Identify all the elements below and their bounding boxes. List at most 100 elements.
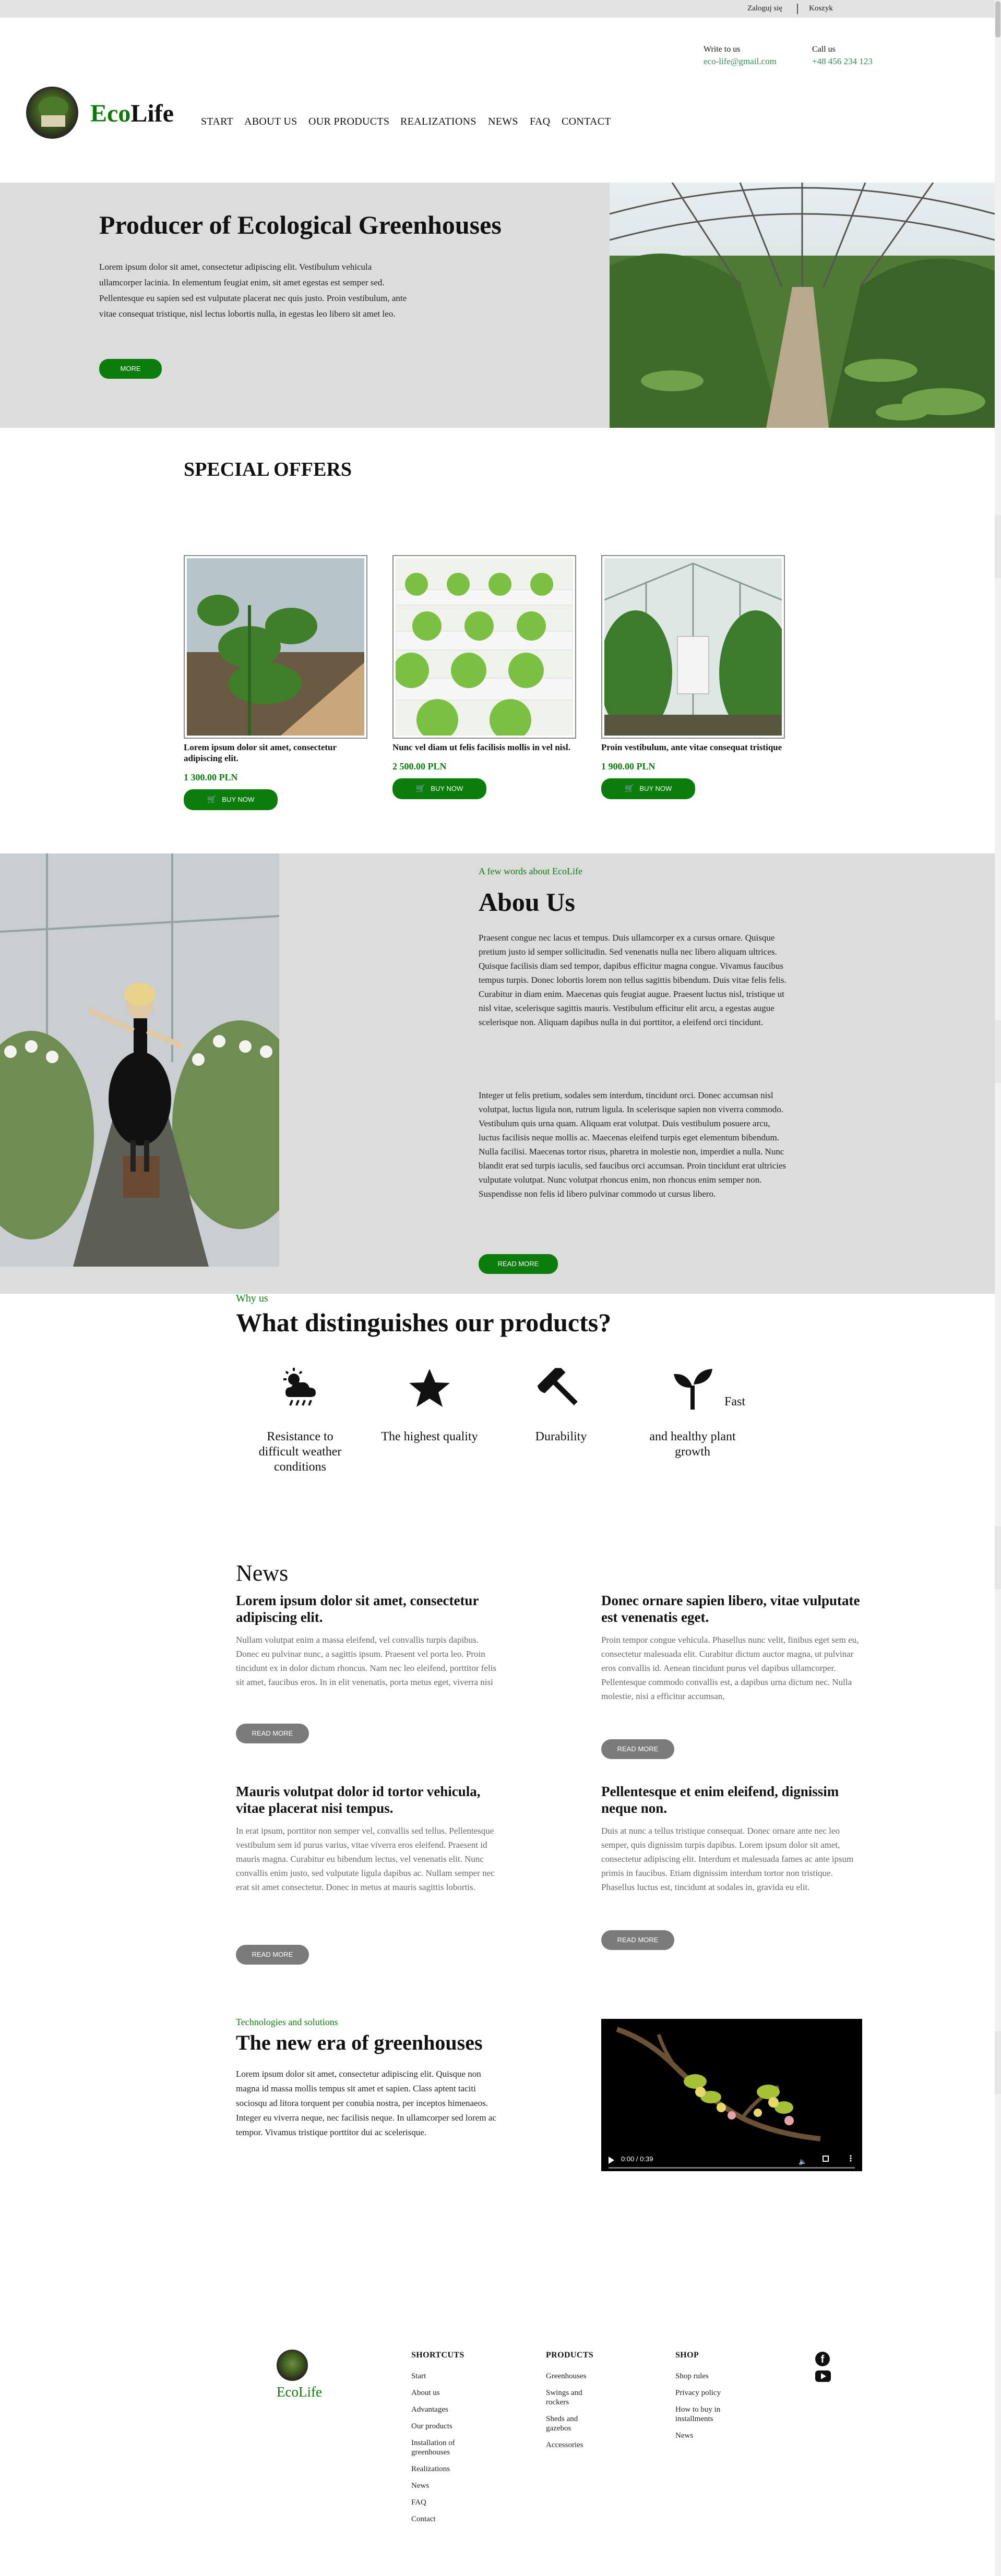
news-read-more-button[interactable]: READ MORE — [236, 1724, 309, 1743]
play-icon[interactable] — [609, 2157, 614, 2164]
nav-start[interactable]: START — [201, 116, 233, 128]
news-item-title: Donec ornare sapien libero, vitae vulput… — [601, 1593, 860, 1625]
video-time: 0:00 / 0:39 — [621, 2155, 653, 2163]
news-item-text: Proin tempor congue vehicula. Phasellus … — [601, 1635, 859, 1701]
cart-icon: 🛒 — [207, 795, 217, 804]
nav-our-products[interactable]: OUR PRODUCTS — [308, 116, 389, 128]
footer-link[interactable]: Contact — [411, 2514, 474, 2524]
footer-logo-text[interactable]: EcoLife — [277, 2384, 322, 2400]
footer-column-products: PRODUCTS Greenhouses Swings and rockers … — [546, 2351, 596, 2450]
why-title: What distinguishes our products? — [236, 1308, 612, 1337]
product-price: 2 500.00 PLN — [392, 761, 447, 772]
footer-logo-image[interactable] — [277, 2350, 308, 2381]
cart-icon: 🛒 — [415, 784, 426, 793]
news-read-more-button[interactable]: READ MORE — [601, 1739, 674, 1759]
footer-link[interactable]: Advantages — [411, 2405, 474, 2414]
login-link[interactable]: Zaloguj się — [747, 4, 782, 13]
about-title: Abou Us — [479, 887, 575, 917]
feature-growth: and healthy plant growth — [638, 1363, 747, 1460]
footer-link[interactable]: Greenhouses — [546, 2372, 596, 2381]
hammer-icon — [537, 1368, 578, 1405]
tech-title: The new era of greenhouses — [236, 2031, 483, 2054]
special-offers-title: SPECIAL OFFERS — [184, 459, 352, 480]
footer-link[interactable]: News — [411, 2481, 474, 2490]
news-title: News — [236, 1560, 289, 1586]
woman-in-greenhouse-photo — [0, 853, 279, 1267]
footer-column-shortcuts: SHORTCUTS Start About us Advantages Our … — [411, 2351, 474, 2524]
news-item: Mauris volutpat dolor id tortor vehicula… — [236, 1783, 497, 1894]
video-progress[interactable] — [609, 2167, 855, 2169]
footer-link[interactable]: Accessories — [546, 2440, 596, 2450]
more-options-icon[interactable]: ⋮ — [847, 2153, 855, 2164]
product-image[interactable] — [601, 555, 785, 739]
top-bar-divider — [797, 4, 798, 14]
footer-link[interactable]: How to buy in installments — [675, 2405, 725, 2424]
tech-kicker: Technologies and solutions — [236, 2017, 338, 2027]
video-player[interactable]: 0:00 / 0:39 🔈 ⋮ — [601, 2019, 862, 2171]
weather-icon — [283, 1368, 316, 1406]
scrollbar-marker — [995, 1020, 1001, 1083]
facebook-icon[interactable]: f — [815, 2352, 830, 2366]
news-read-more-button[interactable]: READ MORE — [601, 1930, 674, 1950]
scrollbar-marker — [995, 2031, 1001, 2094]
scrollbar-track[interactable] — [995, 0, 1001, 2576]
product-price: 1 300.00 PLN — [184, 772, 238, 783]
nav-about-us[interactable]: ABOUT US — [244, 116, 297, 128]
footer-link[interactable]: Installation of greenhouses — [411, 2438, 474, 2457]
footer-link[interactable]: Start — [411, 2372, 474, 2381]
more-button[interactable]: MORE — [99, 359, 162, 379]
footer-link[interactable]: Realizations — [411, 2464, 474, 2474]
footer-link[interactable]: Swings and rockers — [546, 2388, 596, 2407]
product-name: Lorem ipsum dolor sit amet, consectetur … — [184, 742, 337, 763]
star-icon — [409, 1369, 450, 1407]
scrollbar-thumb[interactable] — [995, 1, 1000, 38]
logo-life: Life — [130, 100, 174, 127]
buy-now-button[interactable]: 🛒 BUY NOW — [601, 778, 695, 799]
nav-faq[interactable]: FAQ — [530, 116, 550, 128]
product-price: 1 900.00 PLN — [601, 761, 656, 772]
news-item: Lorem ipsum dolor sit amet, consectetur … — [236, 1592, 497, 1689]
greenhouse-photo — [610, 183, 995, 428]
footer-link[interactable]: Shop rules — [675, 2372, 725, 2381]
feature-label: and healthy plant growth — [649, 1430, 736, 1459]
product-name: Nunc vel diam ut felis facilisis mollis … — [392, 742, 570, 752]
feature-label: Durability — [535, 1430, 587, 1443]
hero-text: Lorem ipsum dolor sit amet, consectetur … — [99, 262, 407, 319]
product-name: Proin vestibulum, ante vitae consequat t… — [601, 742, 782, 752]
product-card: Proin vestibulum, ante vitae consequat t… — [601, 555, 785, 799]
news-item-title: Pellentesque et enim eleifend, dignissim… — [601, 1784, 839, 1816]
product-image[interactable] — [392, 555, 576, 739]
nav-news[interactable]: NEWS — [488, 116, 518, 128]
hero-title: Producer of Ecological Greenhouses — [99, 210, 502, 239]
news-read-more-button[interactable]: READ MORE — [236, 1945, 309, 1965]
youtube-icon[interactable] — [815, 2370, 831, 2382]
nav-contact[interactable]: CONTACT — [562, 116, 611, 128]
tech-text: Lorem ipsum dolor sit amet, consectetur … — [236, 2069, 496, 2137]
product-image[interactable] — [184, 555, 367, 739]
mute-icon[interactable]: 🔈 — [799, 2158, 807, 2166]
logo-image[interactable] — [26, 87, 78, 139]
news-item: Pellentesque et enim eleifend, dignissim… — [601, 1783, 867, 1894]
sprout-icon — [674, 1369, 712, 1410]
footer-link[interactable]: About us — [411, 2388, 474, 2398]
footer-link[interactable]: News — [675, 2431, 725, 2440]
about-read-more-button[interactable]: READ MORE — [479, 1254, 558, 1274]
footer-link[interactable]: Our products — [411, 2422, 474, 2431]
call-label: Call us — [812, 45, 836, 54]
nav-realizations[interactable]: REALIZATIONS — [400, 116, 476, 128]
cart-link[interactable]: Koszyk — [809, 4, 833, 13]
feature-label: The highest quality — [381, 1430, 478, 1443]
footer-link[interactable]: FAQ — [411, 2498, 474, 2507]
buy-now-button[interactable]: 🛒 BUY NOW — [184, 789, 278, 810]
email-link[interactable]: eco-life@gmail.com — [704, 56, 777, 67]
fullscreen-icon[interactable] — [823, 2156, 829, 2162]
footer-link[interactable]: Sheds and gazebos — [546, 2414, 596, 2433]
feature-weather: Resistance to difficult weather conditio… — [245, 1363, 355, 1475]
phone-link[interactable]: +48 456 234 123 — [812, 56, 873, 67]
buy-now-button[interactable]: 🛒 BUY NOW — [392, 778, 486, 799]
footer-link[interactable]: Privacy policy — [675, 2388, 725, 2398]
news-item: Donec ornare sapien libero, vitae vulput… — [601, 1592, 867, 1703]
logo-text[interactable]: EcoLife — [90, 99, 174, 128]
news-item-title: Mauris volutpat dolor id tortor vehicula… — [236, 1784, 481, 1816]
footer-logo-life: Life — [298, 2384, 322, 2400]
